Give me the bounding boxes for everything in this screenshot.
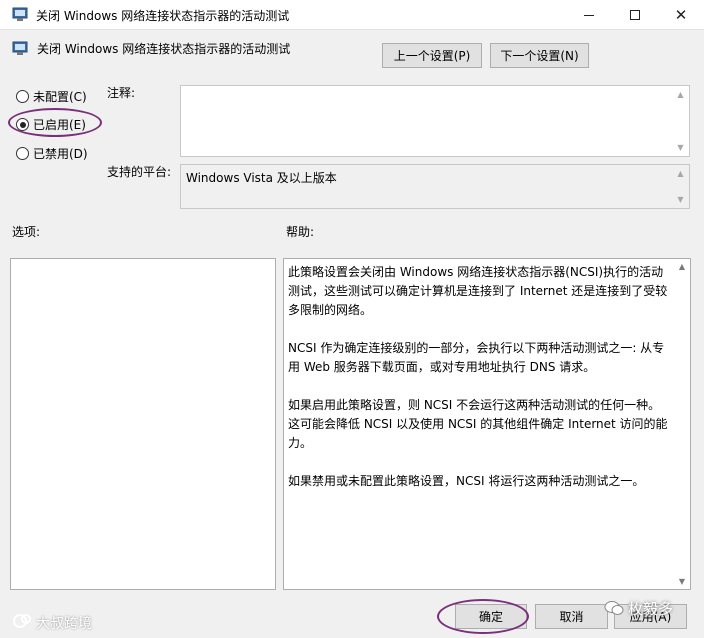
help-label: 帮助: <box>286 225 315 239</box>
setting-title: 关闭 Windows 网络连接状态指示器的活动测试 <box>37 42 291 56</box>
scroll-down-icon: ▼ <box>678 577 686 586</box>
policy-settings-icon <box>12 7 28 21</box>
radio-disabled[interactable]: 已禁用(D) <box>16 145 88 162</box>
maximize-icon <box>630 10 640 20</box>
help-panel: 此策略设置会关闭由 Windows 网络连接状态指示器(NCSI)执行的活动测试… <box>283 258 691 590</box>
watermark-left: 大叔跨境 <box>36 616 92 632</box>
comment-scrollbar[interactable]: ▲ ▼ <box>672 86 689 156</box>
scroll-up-icon: ▲ <box>677 90 684 99</box>
window-title: 关闭 Windows 网络连接状态指示器的活动测试 <box>36 9 290 23</box>
help-paragraph: 此策略设置会关闭由 Windows 网络连接状态指示器(NCSI)执行的活动测试… <box>288 265 668 317</box>
watermark-right: 枚毅多 <box>628 600 674 618</box>
radio-label: 未配置(C) <box>33 90 87 104</box>
radio-circle <box>16 90 29 103</box>
comment-textarea[interactable]: ▲ ▼ <box>180 85 690 157</box>
policy-settings-icon <box>12 41 28 55</box>
radio-label: 已禁用(D) <box>33 147 88 161</box>
platform-value: Windows Vista 及以上版本 <box>186 171 337 185</box>
scroll-down-icon: ▼ <box>677 143 684 152</box>
options-panel <box>10 258 276 590</box>
wechat-icon <box>604 601 624 615</box>
help-paragraph: NCSI 作为确定连接级别的一部分，会执行以下两种活动测试之一: 从专用 Web… <box>288 341 665 374</box>
help-scrollbar[interactable]: ▲ ▼ <box>674 259 690 589</box>
next-setting-button[interactable]: 下一个设置(N) <box>490 43 589 68</box>
radio-enabled[interactable]: 已启用(E) <box>16 116 86 133</box>
options-label: 选项: <box>12 225 41 239</box>
radio-not-configured[interactable]: 未配置(C) <box>16 88 87 105</box>
close-icon: ✕ <box>674 5 688 24</box>
minimize-icon <box>584 14 594 16</box>
help-text: 此策略设置会关闭由 Windows 网络连接状态指示器(NCSI)执行的活动测试… <box>288 263 668 510</box>
maximize-button[interactable] <box>612 0 658 30</box>
help-paragraph: 如果禁用或未配置此策略设置，NCSI 将运行这两种活动测试之一。 <box>288 474 645 488</box>
previous-setting-button[interactable]: 上一个设置(P) <box>382 43 482 68</box>
radio-label: 已启用(E) <box>33 118 86 132</box>
watermark-logo-icon <box>13 614 31 628</box>
radio-circle-checked <box>16 118 29 131</box>
scroll-down-icon: ▼ <box>677 195 684 204</box>
title-bar: 关闭 Windows 网络连接状态指示器的活动测试 ✕ <box>0 0 704 30</box>
radio-circle <box>16 147 29 160</box>
platform-field: Windows Vista 及以上版本 ▲ ▼ <box>180 164 690 209</box>
scroll-up-icon: ▲ <box>677 169 684 178</box>
minimize-button[interactable] <box>566 0 612 30</box>
ok-button[interactable]: 确定 <box>455 604 527 629</box>
cancel-button[interactable]: 取消 <box>535 604 608 629</box>
platform-scrollbar[interactable]: ▲ ▼ <box>672 165 689 208</box>
scroll-up-icon: ▲ <box>678 262 686 271</box>
platform-label: 支持的平台: <box>107 165 172 179</box>
close-button[interactable]: ✕ <box>658 0 704 30</box>
help-paragraph: 如果启用此策略设置，则 NCSI 不会运行这两种活动测试的任何一种。这可能会降低… <box>288 398 668 450</box>
comment-label: 注释: <box>107 86 136 100</box>
